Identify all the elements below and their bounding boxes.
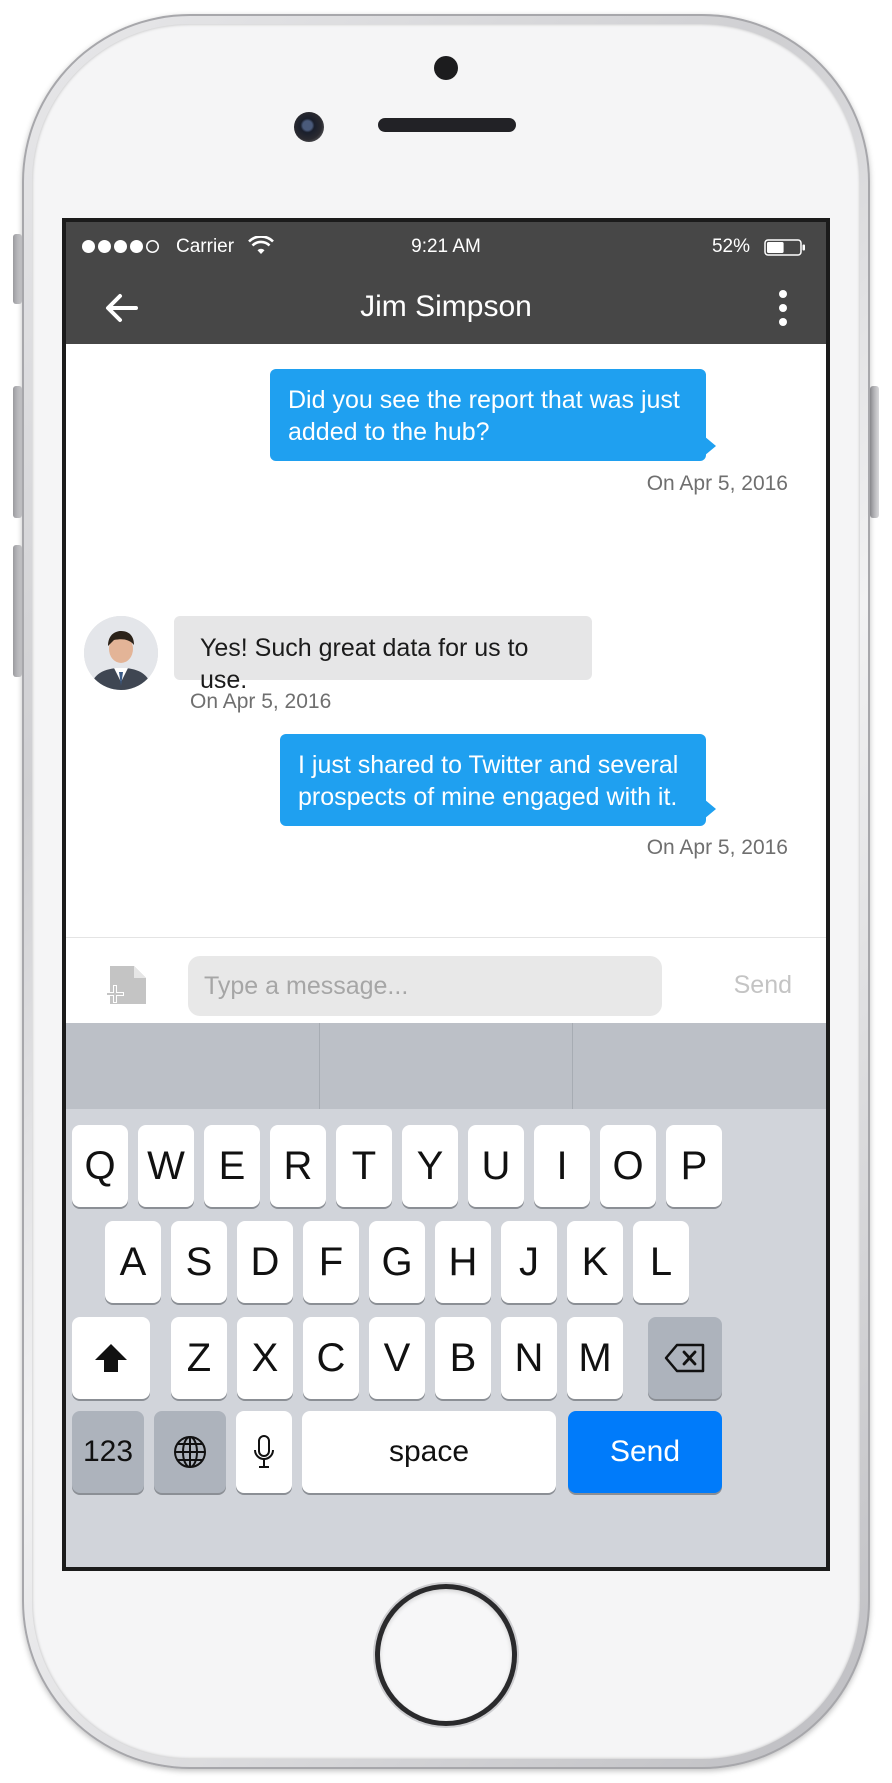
key-l[interactable]: L bbox=[633, 1221, 689, 1303]
power-button bbox=[870, 386, 879, 518]
suggestion-slot[interactable] bbox=[573, 1023, 826, 1109]
message-text-line: prospects of mine engaged with it. bbox=[298, 783, 678, 811]
key-s[interactable]: S bbox=[171, 1221, 227, 1303]
bubble-tail bbox=[704, 799, 716, 819]
key-u[interactable]: U bbox=[468, 1125, 524, 1207]
incoming-message[interactable]: Yes! Such great data for us to use. bbox=[174, 616, 592, 694]
key-r[interactable]: R bbox=[270, 1125, 326, 1207]
proximity-sensor bbox=[434, 56, 458, 80]
message-text-line: I just shared to Twitter and several bbox=[298, 751, 679, 779]
globe-key[interactable] bbox=[154, 1411, 226, 1493]
home-button[interactable] bbox=[380, 1589, 512, 1721]
outgoing-message[interactable]: I just shared to Twitter and several pro… bbox=[280, 734, 706, 826]
battery-percentage: 52% bbox=[711, 236, 750, 257]
key-x[interactable]: X bbox=[237, 1317, 293, 1399]
suggestion-slot[interactable] bbox=[66, 1023, 320, 1109]
shift-icon bbox=[95, 1344, 127, 1372]
keyboard-send-key[interactable]: Send bbox=[568, 1411, 722, 1493]
key-c[interactable]: C bbox=[303, 1317, 359, 1399]
key-y[interactable]: Y bbox=[402, 1125, 458, 1207]
message-list[interactable]: Did you see the report that was just add… bbox=[66, 344, 826, 937]
contact-avatar[interactable] bbox=[84, 616, 158, 690]
message-input[interactable] bbox=[188, 956, 662, 1016]
predictive-bar bbox=[66, 1023, 826, 1109]
message-text-line: added to the hub? bbox=[288, 418, 490, 446]
microphone-icon bbox=[254, 1435, 274, 1468]
volume-up-button bbox=[13, 386, 22, 518]
backspace-key[interactable] bbox=[648, 1317, 722, 1399]
key-z[interactable]: Z bbox=[171, 1317, 227, 1399]
message-text: Yes! Such great data for us to use. bbox=[200, 634, 529, 694]
key-p[interactable]: P bbox=[666, 1125, 722, 1207]
front-camera bbox=[294, 112, 324, 142]
key-w[interactable]: W bbox=[138, 1125, 194, 1207]
key-j[interactable]: J bbox=[501, 1221, 557, 1303]
message-timestamp: On Apr 5, 2016 bbox=[190, 690, 332, 713]
mute-switch bbox=[13, 234, 22, 304]
dictation-key[interactable] bbox=[236, 1411, 292, 1493]
message-text-line: Did you see the report that was just bbox=[288, 386, 680, 414]
key-g[interactable]: G bbox=[369, 1221, 425, 1303]
globe-icon bbox=[174, 1436, 206, 1468]
send-button[interactable]: Send bbox=[734, 971, 792, 1000]
key-a[interactable]: A bbox=[105, 1221, 161, 1303]
phone-screen: Carrier 9:21 AM 52% Jim Simpson Did you … bbox=[66, 222, 826, 1567]
key-m[interactable]: M bbox=[567, 1317, 623, 1399]
key-k[interactable]: K bbox=[567, 1221, 623, 1303]
battery-icon bbox=[764, 239, 805, 256]
more-vertical-icon[interactable] bbox=[776, 288, 790, 328]
key-n[interactable]: N bbox=[501, 1317, 557, 1399]
avatar-photo bbox=[84, 616, 158, 690]
message-timestamp: On Apr 5, 2016 bbox=[646, 836, 788, 859]
numbers-key[interactable]: 123 bbox=[72, 1411, 144, 1493]
bubble-tail bbox=[704, 436, 716, 456]
message-timestamp: On Apr 5, 2016 bbox=[646, 472, 788, 495]
contact-name-title: Jim Simpson bbox=[360, 290, 532, 323]
key-d[interactable]: D bbox=[237, 1221, 293, 1303]
outgoing-message[interactable]: Did you see the report that was just add… bbox=[270, 369, 706, 461]
volume-down-button bbox=[13, 545, 22, 677]
shift-key[interactable] bbox=[72, 1317, 150, 1399]
message-composer: Send bbox=[66, 937, 826, 1024]
earpiece-speaker bbox=[378, 118, 516, 132]
keyboard: Q W E R T Y U I O P A S D F G H J K L Z … bbox=[66, 1023, 826, 1567]
conversation-header: Jim Simpson bbox=[66, 272, 826, 344]
suggestion-slot[interactable] bbox=[320, 1023, 574, 1109]
key-e[interactable]: E bbox=[204, 1125, 260, 1207]
key-b[interactable]: B bbox=[435, 1317, 491, 1399]
key-f[interactable]: F bbox=[303, 1221, 359, 1303]
key-h[interactable]: H bbox=[435, 1221, 491, 1303]
add-file-icon[interactable] bbox=[106, 964, 150, 1008]
key-t[interactable]: T bbox=[336, 1125, 392, 1207]
status-bar: Carrier 9:21 AM 52% bbox=[66, 222, 826, 272]
backspace-icon bbox=[664, 1343, 705, 1373]
key-v[interactable]: V bbox=[369, 1317, 425, 1399]
key-i[interactable]: I bbox=[534, 1125, 590, 1207]
key-q[interactable]: Q bbox=[72, 1125, 128, 1207]
space-key[interactable]: space bbox=[302, 1411, 556, 1493]
key-o[interactable]: O bbox=[600, 1125, 656, 1207]
